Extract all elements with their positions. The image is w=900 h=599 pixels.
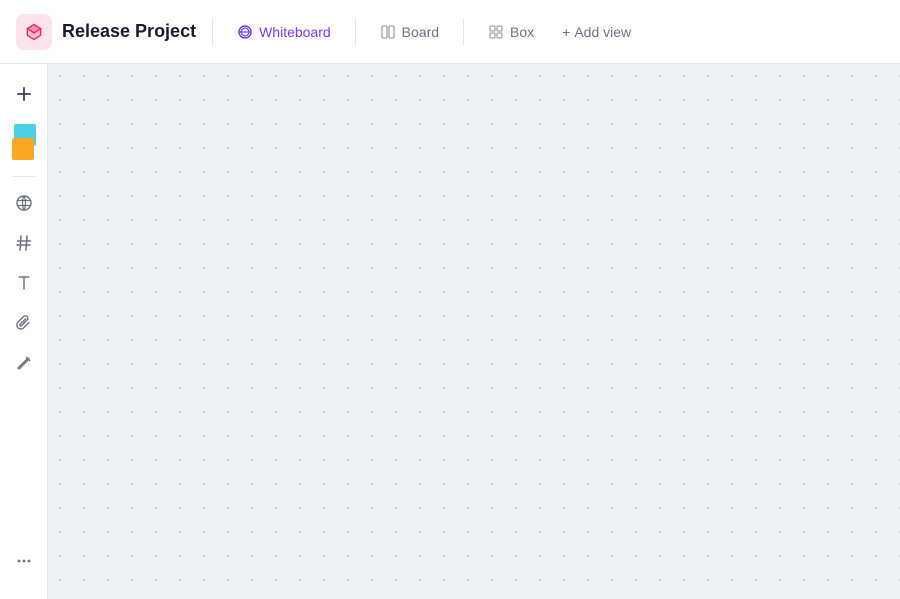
sticky-notes-tool[interactable]: [6, 120, 42, 164]
main-content: [0, 64, 900, 599]
tab-board[interactable]: Board: [368, 18, 451, 46]
header: Release Project Whiteboard Board: [0, 0, 900, 64]
globe-tool-button[interactable]: [6, 185, 42, 221]
hashtag-tool-button[interactable]: [6, 225, 42, 261]
whiteboard-icon: [237, 24, 253, 40]
plus-icon: +: [562, 24, 570, 40]
globe-icon: [15, 194, 33, 212]
tab-whiteboard[interactable]: Whiteboard: [225, 18, 343, 46]
project-title: Release Project: [62, 21, 196, 42]
plus-icon: [15, 85, 33, 103]
attachment-icon: [15, 314, 33, 332]
sidebar: [0, 64, 48, 599]
text-tool-button[interactable]: [6, 265, 42, 301]
tab-box[interactable]: Box: [476, 18, 546, 46]
box-icon: [488, 24, 504, 40]
tab-whiteboard-label: Whiteboard: [259, 24, 331, 40]
hashtag-icon: [15, 234, 33, 252]
board-icon: [380, 24, 396, 40]
more-icon: [15, 552, 33, 570]
add-tool-button[interactable]: [6, 76, 42, 112]
whiteboard-canvas[interactable]: [48, 64, 900, 599]
sticky-note-front: [12, 138, 34, 160]
add-view-button[interactable]: + Add view: [550, 18, 643, 46]
text-icon: [15, 274, 33, 292]
project-icon: [16, 14, 52, 50]
draw-icon: [15, 354, 33, 372]
add-view-label: Add view: [574, 24, 631, 40]
tab-board-label: Board: [402, 24, 439, 40]
nav-divider-2: [355, 18, 356, 46]
nav-divider-1: [212, 18, 213, 46]
attachment-tool-button[interactable]: [6, 305, 42, 341]
tab-box-label: Box: [510, 24, 534, 40]
sidebar-separator-1: [12, 176, 36, 177]
more-options-button[interactable]: [6, 543, 42, 579]
nav-divider-3: [463, 18, 464, 46]
draw-tool-button[interactable]: [6, 345, 42, 381]
